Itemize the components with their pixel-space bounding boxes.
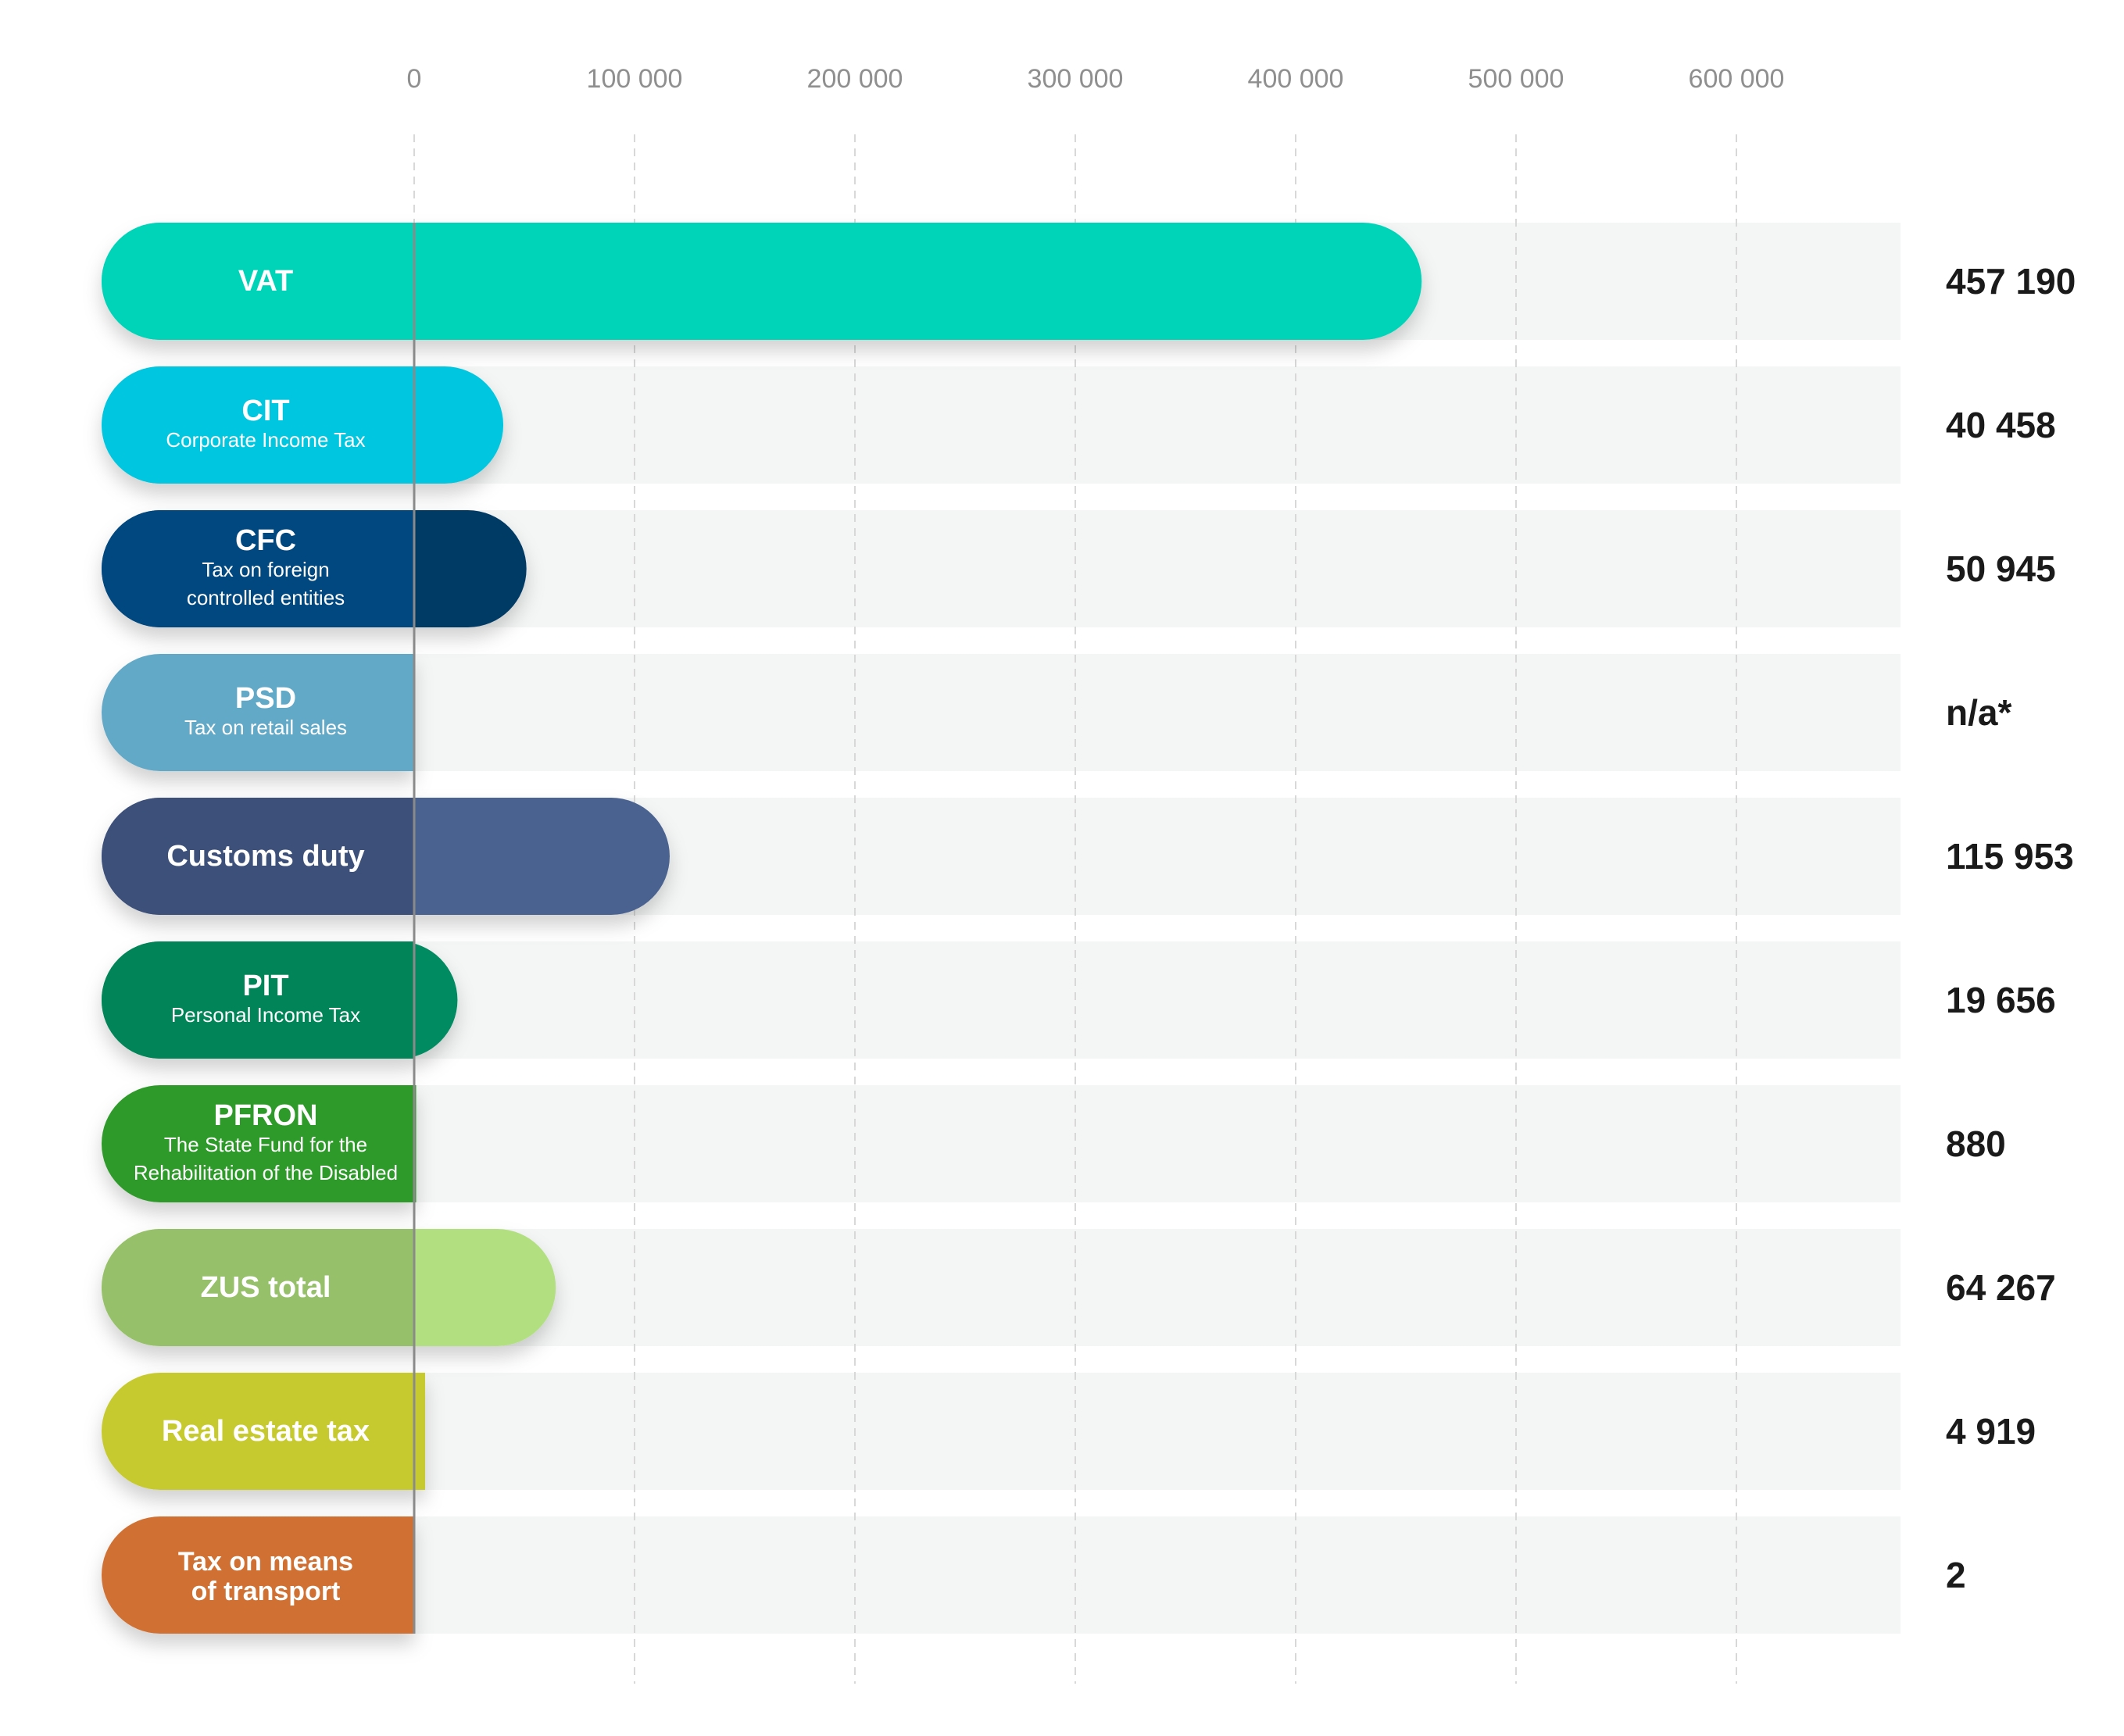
category-label: CIT <box>241 395 289 427</box>
category-sublabel: Corporate Income Tax <box>166 428 365 452</box>
row-track <box>414 1373 1901 1490</box>
value-label: 64 267 <box>1946 1267 2056 1308</box>
x-axis-ticks: 0 100 000 200 000 300 000 400 000 500 000 600 … <box>407 64 1785 94</box>
value-label: 50 945 <box>1946 548 2056 589</box>
row-tracks <box>414 223 1901 1634</box>
value-label: 2 <box>1946 1555 1966 1595</box>
x-tick-label: 400 000 <box>1248 64 1344 94</box>
category-label: VAT <box>238 265 293 298</box>
category-sublabel: Tax on retail sales <box>184 716 347 739</box>
category-label: ZUS total <box>201 1271 331 1304</box>
x-tick-label: 0 <box>407 64 422 94</box>
row-track <box>414 1229 1901 1346</box>
value-label: 115 953 <box>1946 836 2074 877</box>
value-label: 457 190 <box>1946 261 2076 302</box>
bar <box>414 1373 425 1490</box>
row-track <box>414 941 1901 1059</box>
x-tick-label: 500 000 <box>1468 64 1564 94</box>
value-label: 19 656 <box>1946 980 2056 1020</box>
x-tick-label: 300 000 <box>1028 64 1124 94</box>
row-track <box>414 654 1901 771</box>
category-label: PFRON <box>214 1099 318 1132</box>
row-track <box>414 366 1901 484</box>
value-label: 880 <box>1946 1123 2006 1164</box>
row-track <box>414 1085 1901 1202</box>
tax-bar-chart: 0 100 000 200 000 300 000 400 000 500 000 600 … <box>102 64 2076 1684</box>
row-track <box>414 1516 1901 1634</box>
row-track <box>414 510 1901 627</box>
x-tick-label: 200 000 <box>807 64 903 94</box>
category-sublabel: Personal Income Tax <box>171 1003 360 1027</box>
category-sublabel: The State Fund for the <box>164 1133 367 1156</box>
category-sublabel: Tax on foreign <box>202 558 329 581</box>
x-tick-label: 600 000 <box>1689 64 1785 94</box>
category-label: PSD <box>235 682 296 715</box>
category-label: Real estate tax <box>162 1415 370 1448</box>
category-label: PIT <box>242 970 288 1002</box>
category-label: Customs duty <box>166 840 364 873</box>
category-label: Tax on means <box>178 1547 353 1577</box>
category-sublabel: Rehabilitation of the Disabled <box>134 1161 398 1184</box>
value-label: 40 458 <box>1946 405 2056 445</box>
value-label: n/a* <box>1946 692 2011 733</box>
category-label: of transport <box>191 1577 341 1606</box>
value-label: 4 919 <box>1946 1411 2036 1452</box>
category-label: CFC <box>235 524 296 557</box>
category-sublabel: controlled entities <box>187 586 345 609</box>
x-tick-label: 100 000 <box>587 64 683 94</box>
